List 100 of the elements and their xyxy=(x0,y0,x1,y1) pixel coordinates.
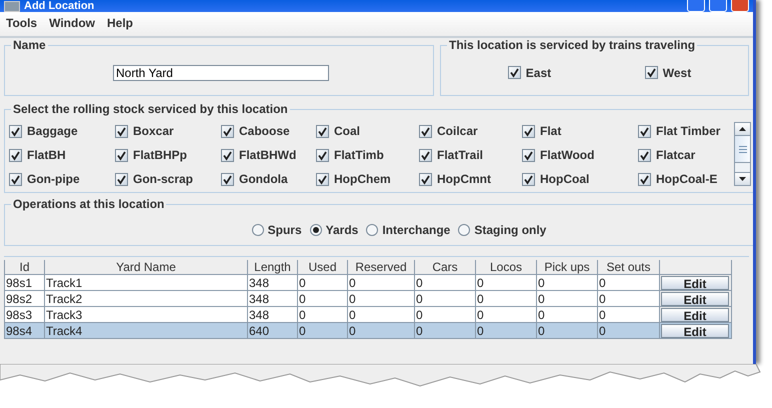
checkbox-label[interactable]: Flat xyxy=(540,124,562,138)
checkbox-label[interactable]: Boxcar xyxy=(133,124,174,138)
table-cell: 0 xyxy=(598,290,660,306)
checkbox-label[interactable]: FlatBHWd xyxy=(239,148,296,162)
checkbox-label[interactable]: FlatTimb xyxy=(334,148,384,162)
checkbox-label[interactable]: HopCoal-E xyxy=(656,172,718,186)
checkbox-label[interactable]: East xyxy=(526,66,552,80)
menu-item[interactable]: Tools xyxy=(2,16,46,30)
maximize-button[interactable] xyxy=(709,0,727,12)
car-type-checkbox[interactable] xyxy=(221,172,234,186)
table-cell: 0 xyxy=(348,290,414,306)
car-type-checkbox[interactable] xyxy=(522,124,535,138)
checkbox-label[interactable]: HopCoal xyxy=(540,172,590,186)
car-type-checkbox[interactable] xyxy=(316,124,329,138)
car-type-checkbox[interactable] xyxy=(221,124,234,138)
car-type-checkbox[interactable] xyxy=(115,172,128,186)
window-title: Add Location xyxy=(24,1,94,12)
car-type-checkbox[interactable] xyxy=(9,172,22,186)
checkbox-label[interactable]: Coilcar xyxy=(437,124,478,138)
car-type-checkbox[interactable] xyxy=(221,148,234,162)
table-cell: 0 xyxy=(476,306,536,322)
radio-button[interactable] xyxy=(252,224,264,236)
column-header[interactable]: Set outs xyxy=(598,260,660,274)
car-type-checkbox[interactable] xyxy=(419,172,432,186)
radio-button[interactable] xyxy=(310,224,322,236)
car-type-checkbox[interactable] xyxy=(638,148,651,162)
checkbox-label[interactable]: Coal xyxy=(334,124,360,138)
table-cell: 98s3 xyxy=(4,306,44,322)
minimize-button[interactable] xyxy=(687,0,705,12)
column-header[interactable]: Locos xyxy=(476,260,536,274)
car-type-checkbox[interactable] xyxy=(9,124,22,138)
table-cell: 0 xyxy=(298,290,348,306)
table-cell: Track1 xyxy=(44,274,248,290)
edit-button[interactable]: Edit xyxy=(661,308,729,322)
car-type-checkbox[interactable] xyxy=(522,148,535,162)
checkbox-label[interactable]: Gondola xyxy=(239,172,288,186)
car-type-checkbox[interactable] xyxy=(115,148,128,162)
radio-label[interactable]: Staging only xyxy=(474,223,546,237)
scroll-up-button[interactable] xyxy=(735,123,750,136)
group-label: Name xyxy=(11,38,48,52)
table-cell: Track2 xyxy=(44,290,248,306)
table-row[interactable]: 98s1 Track1 348 0 0 0 0 0 0 Edit xyxy=(4,274,732,290)
menu-item[interactable]: Window xyxy=(45,16,103,30)
radio-button[interactable] xyxy=(458,224,470,236)
checkbox-label[interactable]: Gon-pipe xyxy=(27,172,80,186)
table-cell: 0 xyxy=(414,306,476,322)
car-type-checkbox[interactable] xyxy=(316,172,329,186)
table-cell: 0 xyxy=(536,274,598,290)
column-header[interactable]: Id xyxy=(4,260,44,274)
car-type-checkbox[interactable] xyxy=(419,124,432,138)
table-row[interactable]: 98s2 Track2 348 0 0 0 0 0 0 Edit xyxy=(4,290,732,306)
car-type-checkbox[interactable] xyxy=(522,172,535,186)
table-cell: 0 xyxy=(598,322,660,338)
column-header[interactable]: Cars xyxy=(414,260,476,274)
car-type-checkbox[interactable] xyxy=(638,124,651,138)
radio-label[interactable]: Yards xyxy=(326,223,358,237)
car-type-checkbox[interactable] xyxy=(419,148,432,162)
car-type-checkbox[interactable] xyxy=(638,172,651,186)
checkbox-label[interactable]: Gon-scrap xyxy=(133,172,194,186)
edit-button[interactable]: Edit xyxy=(661,276,729,290)
column-header[interactable]: Length xyxy=(248,260,298,274)
checkbox-label[interactable]: FlatWood xyxy=(540,148,594,162)
direction-checkbox[interactable] xyxy=(508,66,521,79)
car-type-checkbox[interactable] xyxy=(316,148,329,162)
checkbox-label[interactable]: Caboose xyxy=(239,124,290,138)
table-row[interactable]: 98s3 Track3 348 0 0 0 0 0 0 Edit xyxy=(4,306,732,322)
table-row[interactable]: 98s4 Track4 640 0 0 0 0 0 0 Edit xyxy=(4,322,732,338)
checkbox-label[interactable]: Baggage xyxy=(27,124,78,138)
checkbox-label[interactable]: HopCmnt xyxy=(437,172,491,186)
table-cell: 98s4 xyxy=(4,322,44,338)
direction-checkbox[interactable] xyxy=(644,66,658,79)
scrollbar-thumb[interactable] xyxy=(735,136,750,163)
car-type-checkbox[interactable] xyxy=(115,124,128,138)
edit-button[interactable]: Edit xyxy=(661,324,729,338)
column-header[interactable]: Yard Name xyxy=(44,260,248,274)
scroll-down-button[interactable] xyxy=(735,172,750,185)
edit-button[interactable]: Edit xyxy=(661,292,729,306)
checkbox-label[interactable]: FlatBHPp xyxy=(133,148,187,162)
car-type-checkbox[interactable] xyxy=(9,148,22,162)
radio-label[interactable]: Interchange xyxy=(382,223,450,237)
radio-button[interactable] xyxy=(366,224,378,236)
checkbox-label[interactable]: FlatTrail xyxy=(437,148,484,162)
checkbox-label[interactable]: West xyxy=(662,66,692,80)
table-cell: 0 xyxy=(348,322,414,338)
checkbox-label[interactable]: FlatBH xyxy=(27,148,66,162)
column-header[interactable]: Used xyxy=(298,260,348,274)
close-button[interactable] xyxy=(731,0,749,12)
column-header[interactable]: Reserved xyxy=(348,260,414,274)
table-cell: 0 xyxy=(348,274,414,290)
name-field[interactable]: North Yard xyxy=(113,64,329,80)
table-cell: 640 xyxy=(248,322,298,338)
table-cell: 348 xyxy=(248,274,298,290)
menu-item[interactable]: Help xyxy=(103,16,142,30)
radio-label[interactable]: Spurs xyxy=(268,223,302,237)
checkbox-label[interactable]: HopChem xyxy=(334,172,391,186)
checkbox-label[interactable]: Flat Timber xyxy=(656,124,720,138)
checkbox-label[interactable]: Flatcar xyxy=(656,148,696,162)
table-cell: 0 xyxy=(298,274,348,290)
group-label: Select the rolling stock serviced by this location xyxy=(11,102,290,116)
column-header[interactable]: Pick ups xyxy=(536,260,598,274)
